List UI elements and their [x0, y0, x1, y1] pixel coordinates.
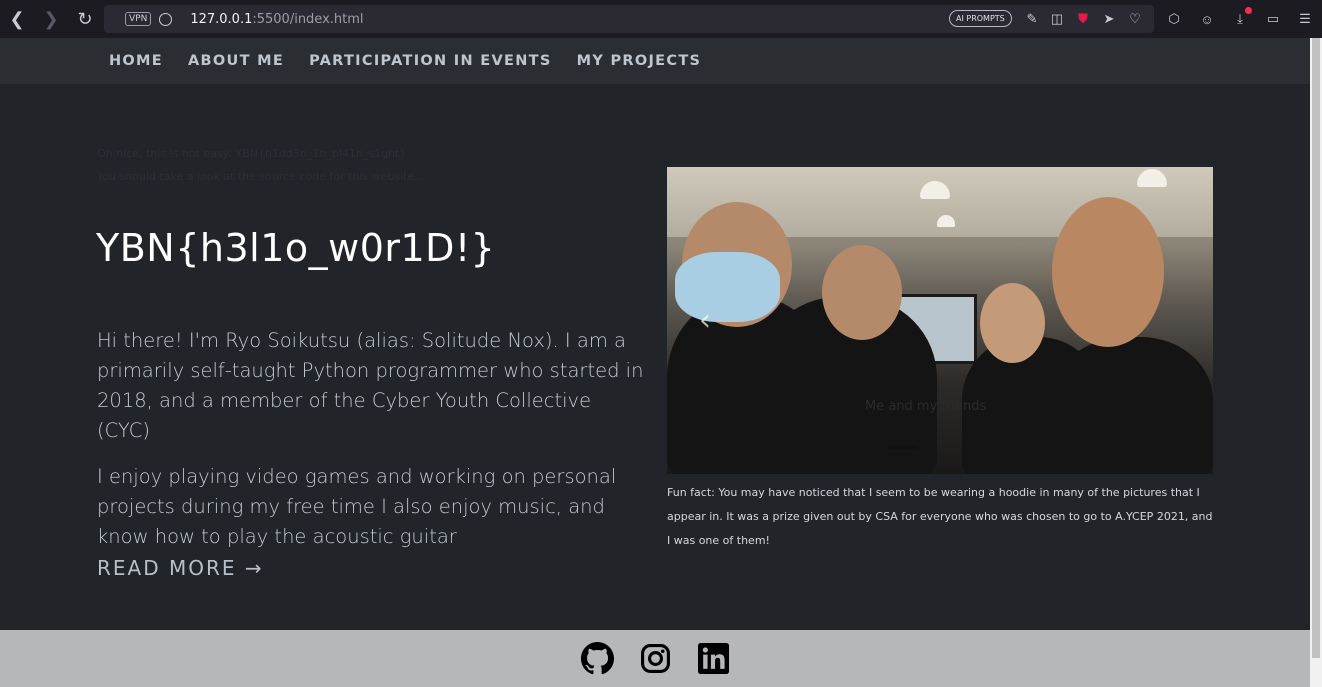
hidden-message: Oh nice, this is not easy: YBN{h1dd3n_1n… [97, 142, 425, 188]
linkedin-icon[interactable] [697, 642, 730, 675]
browser-toolbar: ❮ ❯ ↻ VPN 127.0.0.1:5500/index.html AI P… [0, 0, 1322, 38]
photo-face [980, 283, 1045, 363]
photo-mask [675, 252, 780, 322]
share-icon[interactable]: ✎ [1024, 11, 1040, 27]
intro-paragraph: I enjoy playing video games and working … [97, 465, 617, 548]
camera-icon[interactable]: ◫ [1049, 11, 1065, 27]
account-icon[interactable]: ☺ [1198, 10, 1216, 28]
carousel-photo: ‹ Me and my friends [667, 167, 1213, 474]
url-text[interactable]: 127.0.0.1:5500/index.html [190, 12, 363, 27]
shield-icon[interactable]: ⛊ [1075, 11, 1091, 27]
notification-dot [1245, 7, 1252, 14]
forward-icon[interactable]: ❯ [34, 0, 68, 38]
scrollbar-thumb[interactable] [1312, 38, 1320, 658]
nav-my-projects[interactable]: MY PROJECTS [577, 53, 702, 69]
cube-icon[interactable]: ⬡ [1165, 10, 1183, 28]
ai-prompts-button[interactable]: AI PROMPTS [949, 10, 1012, 27]
heart-icon[interactable]: ♡ [1127, 11, 1143, 27]
vpn-badge[interactable]: VPN [125, 12, 152, 26]
footer [0, 630, 1310, 687]
nav-home[interactable]: HOME [109, 53, 163, 69]
web-page: HOME ABOUT ME PARTICIPATION IN EVENTS MY… [0, 38, 1310, 687]
address-bar[interactable]: VPN 127.0.0.1:5500/index.html AI PROMPTS… [104, 5, 1154, 33]
carousel-prev-button[interactable]: ‹ [699, 303, 711, 338]
back-icon[interactable]: ❮ [0, 0, 34, 38]
github-icon[interactable] [580, 642, 614, 675]
instagram-icon[interactable] [639, 642, 672, 675]
hero-title: YBN{h3l1o_w0r1D!} [96, 226, 496, 270]
photo-person [1052, 337, 1213, 474]
hidden-message-line2: You should take a look at the source cod… [97, 170, 425, 183]
carousel-indicator[interactable] [888, 446, 918, 449]
intro-text: Hi there! I'm Ryo Soikutsu (alias: Solit… [97, 326, 647, 568]
download-icon[interactable]: ⤓ [1231, 7, 1252, 28]
carousel-caption: Me and my friends [865, 399, 987, 414]
reload-icon[interactable]: ↻ [68, 0, 102, 38]
globe-icon [159, 12, 173, 26]
nav-about-me[interactable]: ABOUT ME [188, 53, 284, 69]
menu-icon[interactable]: ☰ [1296, 10, 1314, 28]
site-nav: HOME ABOUT ME PARTICIPATION IN EVENTS MY… [0, 38, 1310, 84]
intro-paragraph: Hi there! I'm Ryo Soikutsu (alias: Solit… [97, 329, 644, 442]
send-icon[interactable]: ➤ [1101, 11, 1117, 27]
page-scrollbar[interactable] [1310, 38, 1322, 687]
hidden-message-line1: Oh nice, this is not easy: YBN{h1dd3n_1n… [97, 147, 407, 160]
nav-participation-in-events[interactable]: PARTICIPATION IN EVENTS [309, 53, 552, 69]
battery-icon[interactable]: ▭ [1264, 10, 1282, 28]
fun-fact-caption: Fun fact: You may have noticed that I se… [667, 486, 1213, 547]
read-more-link[interactable]: READ MORE → [97, 556, 264, 580]
photo-face [1052, 197, 1164, 347]
photo-lamp [937, 215, 955, 227]
photo-face [822, 245, 902, 340]
